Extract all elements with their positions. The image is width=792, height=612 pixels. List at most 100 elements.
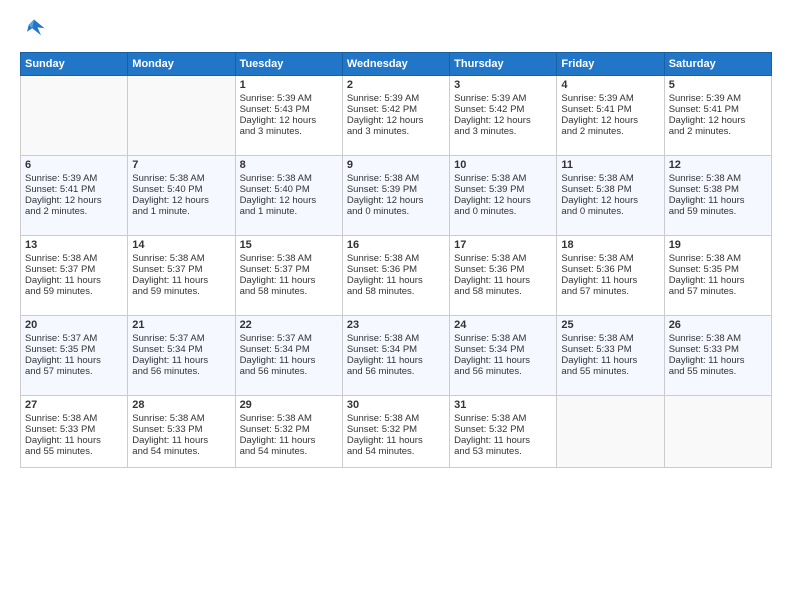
day-number: 22: [240, 319, 338, 331]
day-number: 21: [132, 319, 230, 331]
cell-text: and 3 minutes.: [347, 126, 445, 137]
cell-text: Daylight: 11 hours: [347, 355, 445, 366]
day-number: 24: [454, 319, 552, 331]
calendar-table: SundayMondayTuesdayWednesdayThursdayFrid…: [20, 52, 772, 468]
calendar-cell: 9Sunrise: 5:38 AMSunset: 5:39 PMDaylight…: [342, 156, 449, 236]
cell-text: Sunset: 5:36 PM: [561, 264, 659, 275]
cell-text: Daylight: 11 hours: [240, 435, 338, 446]
calendar-week-1: 1Sunrise: 5:39 AMSunset: 5:43 PMDaylight…: [21, 76, 772, 156]
cell-text: Sunrise: 5:38 AM: [561, 253, 659, 264]
day-number: 13: [25, 239, 123, 251]
calendar-cell: [664, 396, 771, 468]
cell-text: Sunrise: 5:38 AM: [25, 253, 123, 264]
cell-text: Sunset: 5:33 PM: [132, 424, 230, 435]
calendar-cell: 28 Sunrise: 5:38 AMSunset: 5:33 PMDayligh…: [128, 396, 235, 468]
cell-text: Daylight: 12 hours: [561, 115, 659, 126]
calendar-cell: 29Sunrise: 5:38 AMSunset: 5:32 PMDayligh…: [235, 396, 342, 468]
cell-text: and 2 minutes.: [561, 126, 659, 137]
cell-text: and 54 minutes.: [240, 446, 338, 457]
cell-text: and 2 minutes.: [25, 206, 123, 217]
day-number: 20: [25, 319, 123, 331]
cell-text: Sunset: 5:36 PM: [347, 264, 445, 275]
cell-text: Daylight: 12 hours: [347, 115, 445, 126]
cell-text: Daylight: 11 hours: [454, 275, 552, 286]
cell-text: Sunset: 5:41 PM: [561, 104, 659, 115]
cell-text: Sunset: 5:43 PM: [240, 104, 338, 115]
cell-text: Sunset: 5:40 PM: [240, 184, 338, 195]
cell-text: Daylight: 11 hours: [132, 355, 230, 366]
day-number: 26: [669, 319, 767, 331]
cell-text: Sunrise: 5:38 AM: [132, 253, 230, 264]
cell-text: and 56 minutes.: [132, 366, 230, 377]
calendar-cell: 15Sunrise: 5:38 AMSunset: 5:37 PMDayligh…: [235, 236, 342, 316]
cell-text: and 3 minutes.: [454, 126, 552, 137]
calendar-cell: 6Sunrise: 5:39 AMSunset: 5:41 PMDaylight…: [21, 156, 128, 236]
cell-text: Sunrise: 5:38 AM: [132, 413, 230, 424]
cell-text: Sunrise: 5:39 AM: [669, 93, 767, 104]
cell-text: Daylight: 11 hours: [240, 355, 338, 366]
calendar-week-4: 20Sunrise: 5:37 AMSunset: 5:35 PMDayligh…: [21, 316, 772, 396]
cell-text: Sunrise: 5:38 AM: [561, 173, 659, 184]
calendar-cell: [557, 396, 664, 468]
cell-text: Sunset: 5:36 PM: [454, 264, 552, 275]
day-number: 14: [132, 239, 230, 251]
calendar-cell: 18Sunrise: 5:38 AMSunset: 5:36 PMDayligh…: [557, 236, 664, 316]
calendar-cell: 25Sunrise: 5:38 AMSunset: 5:33 PMDayligh…: [557, 316, 664, 396]
day-number: 17: [454, 239, 552, 251]
calendar-cell: 13Sunrise: 5:38 AMSunset: 5:37 PMDayligh…: [21, 236, 128, 316]
cell-text: Sunset: 5:37 PM: [132, 264, 230, 275]
cell-text: Daylight: 11 hours: [132, 275, 230, 286]
cell-text: Daylight: 11 hours: [25, 435, 123, 446]
day-number: 28: [132, 399, 230, 411]
calendar-cell: 11Sunrise: 5:38 AMSunset: 5:38 PMDayligh…: [557, 156, 664, 236]
day-number: 6: [25, 159, 123, 171]
cell-text: Sunrise: 5:38 AM: [561, 333, 659, 344]
calendar-cell: 2Sunrise: 5:39 AMSunset: 5:42 PMDaylight…: [342, 76, 449, 156]
cell-text: and 55 minutes.: [25, 446, 123, 457]
calendar-page: SundayMondayTuesdayWednesdayThursdayFrid…: [0, 0, 792, 478]
calendar-week-5: 27Sunrise: 5:38 AMSunset: 5:33 PMDayligh…: [21, 396, 772, 468]
calendar-cell: 10Sunrise: 5:38 AMSunset: 5:39 PMDayligh…: [450, 156, 557, 236]
cell-text: and 0 minutes.: [454, 206, 552, 217]
calendar-cell: 1Sunrise: 5:39 AMSunset: 5:43 PMDaylight…: [235, 76, 342, 156]
cell-text: Sunrise: 5:38 AM: [454, 173, 552, 184]
cell-text: Daylight: 11 hours: [347, 275, 445, 286]
cell-text: Sunrise: 5:38 AM: [240, 413, 338, 424]
cell-text: Daylight: 12 hours: [132, 195, 230, 206]
cell-text: Daylight: 11 hours: [132, 435, 230, 446]
calendar-cell: 5Sunrise: 5:39 AMSunset: 5:41 PMDaylight…: [664, 76, 771, 156]
cell-text: Sunrise: 5:38 AM: [454, 333, 552, 344]
cell-text: Sunrise: 5:38 AM: [669, 253, 767, 264]
cell-text: Sunset: 5:34 PM: [132, 344, 230, 355]
day-number: 2: [347, 79, 445, 91]
cell-text: Sunset: 5:34 PM: [347, 344, 445, 355]
header-cell-thursday: Thursday: [450, 53, 557, 76]
header-cell-friday: Friday: [557, 53, 664, 76]
cell-text: and 58 minutes.: [454, 286, 552, 297]
cell-text: Sunset: 5:41 PM: [25, 184, 123, 195]
cell-text: Sunrise: 5:38 AM: [132, 173, 230, 184]
day-number: 27: [25, 399, 123, 411]
day-number: 19: [669, 239, 767, 251]
day-number: 25: [561, 319, 659, 331]
cell-text: and 56 minutes.: [347, 366, 445, 377]
cell-text: and 59 minutes.: [25, 286, 123, 297]
day-number: 15: [240, 239, 338, 251]
cell-text: Daylight: 12 hours: [454, 195, 552, 206]
day-number: 9: [347, 159, 445, 171]
cell-text: and 3 minutes.: [240, 126, 338, 137]
day-number: 11: [561, 159, 659, 171]
cell-text: Sunrise: 5:38 AM: [240, 253, 338, 264]
calendar-cell: 12Sunrise: 5:38 AMSunset: 5:38 PMDayligh…: [664, 156, 771, 236]
cell-text: Sunrise: 5:38 AM: [240, 173, 338, 184]
calendar-cell: 23Sunrise: 5:38 AMSunset: 5:34 PMDayligh…: [342, 316, 449, 396]
cell-text: Sunrise: 5:38 AM: [347, 413, 445, 424]
cell-text: and 57 minutes.: [25, 366, 123, 377]
cell-text: and 0 minutes.: [561, 206, 659, 217]
calendar-cell: 14 Sunrise: 5:38 AMSunset: 5:37 PMDayligh…: [128, 236, 235, 316]
calendar-cell: 21Sunrise: 5:37 AMSunset: 5:34 PMDayligh…: [128, 316, 235, 396]
header-cell-tuesday: Tuesday: [235, 53, 342, 76]
cell-text: Sunrise: 5:37 AM: [240, 333, 338, 344]
cell-text: Daylight: 12 hours: [669, 115, 767, 126]
cell-text: Sunset: 5:41 PM: [669, 104, 767, 115]
